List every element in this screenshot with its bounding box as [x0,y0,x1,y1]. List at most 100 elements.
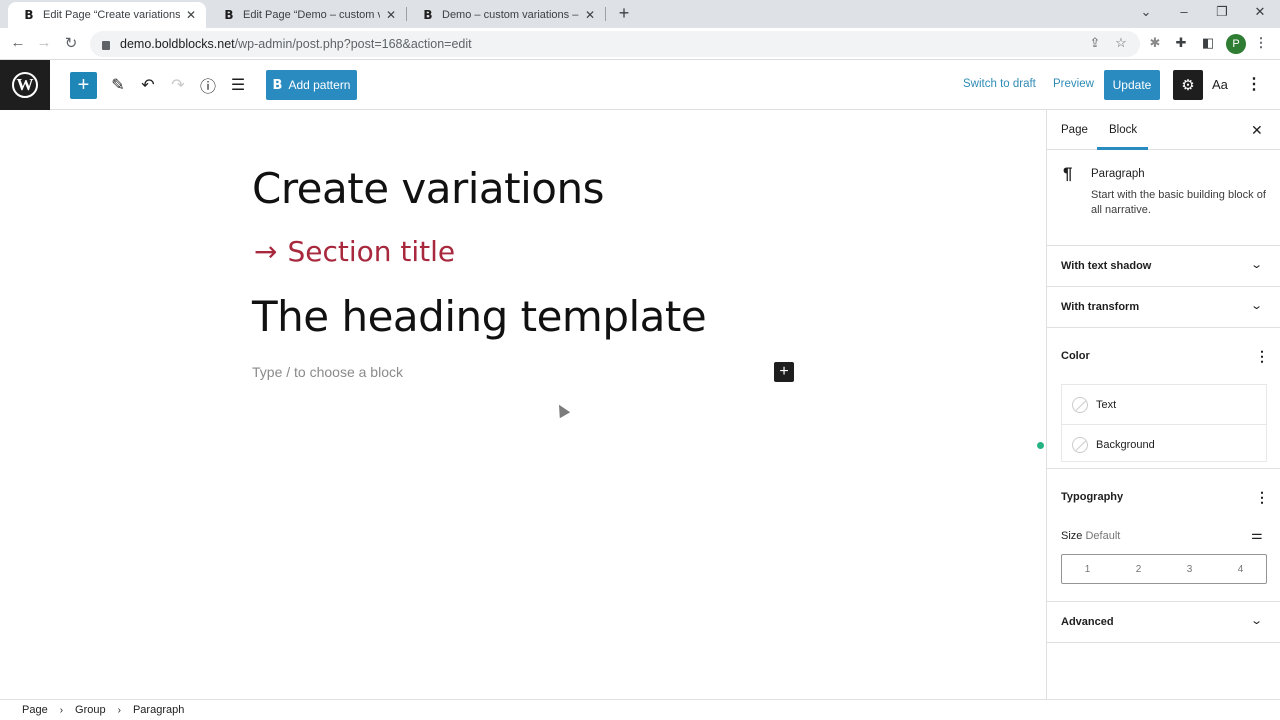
section-title-heading[interactable]: → Section title [254,235,455,268]
font-size-option[interactable]: 1 [1062,555,1113,583]
undo-icon[interactable]: ↶ [138,70,158,100]
browser-tab-strip: B Edit Page “Create variations” ‹ Bo ✕ B… [0,0,1280,28]
panel-title: Typography [1061,491,1124,503]
close-sidebar-icon[interactable]: ✕ [1251,122,1263,139]
browser-menu-icon[interactable]: ⋮ [1252,35,1270,51]
breadcrumb-item[interactable]: Group [75,704,106,716]
size-value: Default [1085,530,1121,542]
add-pattern-button[interactable]: B Add pattern [266,70,357,100]
panel-title: Color [1061,350,1090,362]
browser-toolbar: ← → ↻ demo.boldblocks.net/wp-admin/post.… [0,28,1280,60]
breadcrumb-item[interactable]: Page [22,704,48,716]
panel-text-shadow[interactable]: With text shadow ⌄ [1047,246,1280,287]
font-size-option[interactable]: 4 [1215,555,1266,583]
status-dot [1037,442,1044,449]
mouse-cursor-icon [553,401,571,419]
settings-sidebar: Page Block ✕ ¶ Paragraph Start with the … [1046,110,1280,699]
panel-transform[interactable]: With transform ⌄ [1047,287,1280,328]
url-path: /wp-admin/post.php?post=168&action=edit [234,37,472,51]
tab-search-chevron-icon[interactable]: ⌄ [1134,4,1158,20]
browser-tab[interactable]: B Demo – custom variations – Bold ✕ [407,2,605,28]
close-tab-icon[interactable]: ✕ [186,8,196,22]
forward-button[interactable]: → [34,34,54,51]
browser-tab-active[interactable]: B Edit Page “Create variations” ‹ Bo ✕ [8,2,206,28]
size-label-text: Size [1061,530,1083,542]
wordpress-logo-button[interactable]: W [0,60,50,110]
close-window-button[interactable]: ✕ [1248,4,1272,20]
side-panel-icon[interactable]: ◧ [1199,35,1217,51]
block-inserter-toggle[interactable]: + [70,72,97,99]
tab-block[interactable]: Block [1109,124,1137,136]
update-button[interactable]: Update [1104,70,1160,100]
url-host: demo.boldblocks.net [120,37,235,51]
color-list: Text Background [1061,384,1267,462]
color-options-icon[interactable]: ⋮ [1255,348,1269,365]
share-icon[interactable]: ⇪ [1086,35,1104,51]
font-size-option[interactable]: 3 [1164,555,1215,583]
boldblocks-favicon-icon: B [423,8,433,22]
breadcrumb-item: Paragraph [132,704,185,716]
tab-title: Edit Page “Create variations” ‹ Bo [43,9,180,21]
boldblocks-favicon-icon: B [224,8,234,22]
color-item-background[interactable]: Background [1062,424,1266,463]
tab-separator [605,7,606,21]
redo-icon[interactable]: ↷ [168,70,188,100]
chevron-down-icon: ⌄ [1250,300,1264,312]
size-label: Size Default [1061,530,1120,542]
panel-title: Advanced [1061,616,1114,628]
color-item-text[interactable]: Text [1062,385,1266,424]
paragraph-pilcrow-icon: ¶ [1063,164,1073,183]
tools-pencil-icon[interactable]: ✎ [108,70,128,100]
font-size-picker: 1 2 3 4 [1061,554,1267,584]
back-button[interactable]: ← [8,34,28,51]
styles-button[interactable]: Aa [1212,77,1228,92]
tab-page[interactable]: Page [1061,124,1088,136]
bookmark-star-icon[interactable]: ☆ [1112,35,1130,51]
editor-canvas[interactable]: Create variations → Section title The he… [0,110,1046,699]
switch-to-draft-button[interactable]: Switch to draft [963,78,1036,90]
new-tab-button[interactable]: + [614,3,634,24]
chevron-right-icon: › [59,704,64,716]
close-tab-icon[interactable]: ✕ [585,8,595,22]
panel-title: With transform [1061,301,1140,313]
heading-create-variations[interactable]: Create variations [252,164,605,213]
minimize-button[interactable]: – [1172,4,1196,19]
block-description: Start with the basic building block of a… [1091,189,1266,216]
custom-size-toggle-icon[interactable]: ⚌ [1251,527,1263,543]
font-size-option[interactable]: 2 [1113,555,1164,583]
details-info-icon[interactable]: ⓘ [198,70,218,100]
lock-icon [102,40,110,50]
reload-button[interactable]: ↻ [61,34,81,52]
chevron-down-icon: ⌄ [1250,259,1264,271]
sidebar-tabs: Page Block ✕ [1047,110,1280,150]
restore-button[interactable]: ❐ [1210,4,1234,20]
browser-tab[interactable]: B Edit Page “Demo – custom variati ✕ [208,2,406,28]
color-item-label: Text [1096,399,1117,411]
wordpress-logo-icon: W [12,72,38,98]
address-bar[interactable]: demo.boldblocks.net/wp-admin/post.php?po… [90,31,1140,57]
inline-block-inserter-button[interactable]: + [774,362,794,382]
typography-options-icon[interactable]: ⋮ [1255,489,1269,506]
extensions-puzzle-icon[interactable]: ✚ [1172,35,1190,51]
empty-swatch-icon [1072,437,1088,453]
add-pattern-label: Add pattern [288,78,351,92]
tab-title: Demo – custom variations – Bold [442,9,579,21]
tab-title: Edit Page “Demo – custom variati [243,9,380,21]
heading-template[interactable]: The heading template [252,292,707,341]
paragraph-placeholder[interactable]: Type / to choose a block [252,364,403,380]
panel-color: Color ⋮ Text Background [1047,328,1280,469]
list-view-icon[interactable]: ☰ [228,70,248,100]
profile-avatar[interactable]: P [1226,34,1246,54]
preview-button[interactable]: Preview [1053,78,1094,90]
boldblocks-icon: B [272,77,283,93]
section-title-text: Section title [287,235,456,268]
editor-header: W + ✎ ↶ ↷ ⓘ ☰ B Add pattern Switch to dr… [0,60,1280,110]
chevron-down-icon: ⌄ [1250,615,1264,627]
settings-gear-icon[interactable]: ⚙ [1173,70,1203,100]
options-menu-icon[interactable]: ⋮ [1246,74,1262,94]
block-breadcrumb: Page › Group › Paragraph [0,699,1280,720]
panel-advanced[interactable]: Advanced ⌄ [1047,602,1280,643]
close-tab-icon[interactable]: ✕ [386,8,396,22]
extension-bug-icon[interactable]: ✱ [1146,35,1164,51]
boldblocks-favicon-icon: B [24,8,34,22]
